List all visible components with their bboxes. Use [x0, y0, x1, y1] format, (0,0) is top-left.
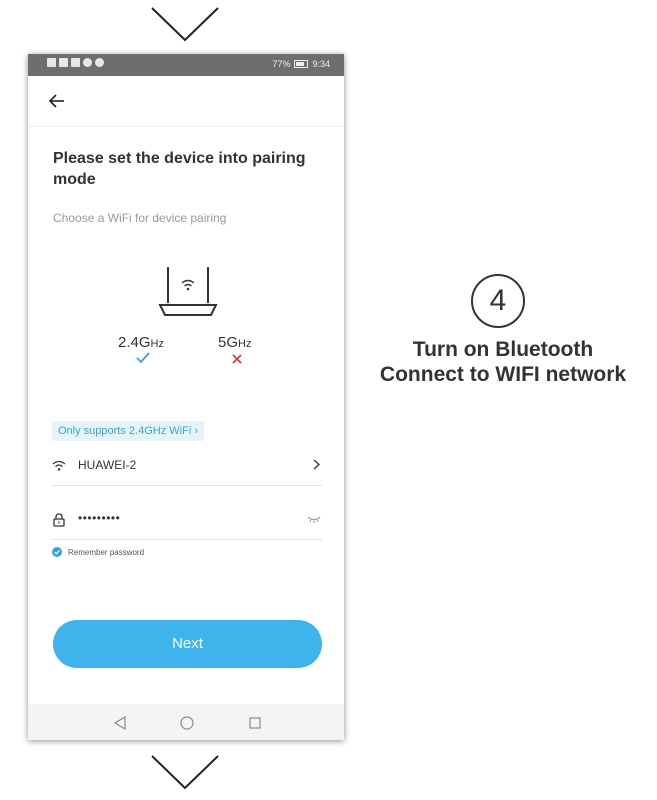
wifi-icon	[52, 460, 66, 471]
lock-icon	[53, 513, 65, 527]
status-icons-left	[47, 58, 104, 67]
status-bar: 77% 9:34	[28, 54, 344, 76]
next-button[interactable]: Next	[53, 620, 322, 668]
header-divider	[28, 126, 344, 127]
page-title: Please set the device into pairing mode	[53, 150, 306, 188]
remember-password-label: Remember password	[68, 547, 145, 557]
android-nav-bar	[28, 704, 344, 740]
password-value: •••••••••	[78, 511, 121, 525]
app-status-icon	[95, 58, 104, 67]
divider	[52, 485, 322, 486]
wifi-support-note[interactable]: Only supports 2.4GHz WiFi ›	[52, 421, 204, 441]
alarm-icon	[83, 58, 92, 67]
divider	[52, 539, 322, 540]
status-icons-right: 77% 9:34	[272, 59, 330, 69]
nfc-icon	[47, 58, 56, 67]
battery-percent: 77%	[272, 59, 291, 69]
check-icon	[136, 352, 150, 364]
password-field[interactable]: •••••••••	[52, 510, 322, 538]
signal-icon	[59, 58, 68, 67]
wifi-status-icon	[71, 58, 80, 67]
nav-back-icon[interactable]	[114, 716, 126, 730]
band-5ghz-label: 5GHz	[218, 334, 252, 351]
step-instruction-line2: Connect to WIFI network	[379, 363, 627, 386]
page-subtitle: Choose a WiFi for device pairing	[53, 211, 227, 225]
nav-home-icon[interactable]	[180, 716, 194, 730]
wifi-network-name: HUAWEI-2	[78, 458, 137, 472]
back-arrow-icon[interactable]	[48, 93, 66, 109]
cross-icon	[232, 354, 242, 364]
step-instruction-line1: Turn on Bluetooth	[412, 338, 594, 361]
step-number-badge: 4	[471, 274, 525, 328]
battery-icon	[294, 60, 309, 68]
chevron-right-icon	[313, 459, 320, 470]
eye-closed-icon[interactable]	[307, 515, 321, 523]
band-24ghz-label: 2.4GHz	[118, 334, 164, 351]
checkbox-checked-icon[interactable]	[52, 547, 62, 557]
nav-recent-icon[interactable]	[249, 717, 261, 729]
wifi-network-selector[interactable]: HUAWEI-2	[52, 454, 322, 484]
chevron-down-icon	[151, 7, 219, 42]
router-icon	[158, 267, 218, 316]
chevron-down-icon	[151, 755, 219, 790]
phone-screen: 77% 9:34 Please set the device into pair…	[28, 54, 344, 740]
clock: 9:34	[312, 59, 330, 69]
remember-password-toggle[interactable]: Remember password	[52, 546, 144, 558]
